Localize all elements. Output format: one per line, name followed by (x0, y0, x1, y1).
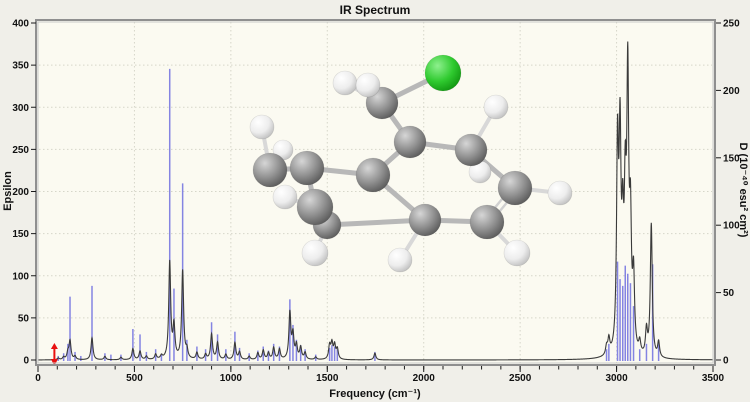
x-axis-title: Frequency (cm⁻¹) (329, 388, 421, 400)
tick-label: 250 (12, 145, 29, 156)
tick-label: 400 (12, 19, 29, 30)
atom-h (332, 70, 358, 96)
tick-label: 0 (723, 356, 729, 367)
tick-label: 350 (12, 61, 29, 72)
tick-label: 1000 (220, 373, 243, 384)
atom-c (355, 157, 391, 193)
tick-label: 3000 (605, 373, 628, 384)
atom-h (301, 239, 329, 267)
tick-label: 0 (35, 373, 41, 384)
tick-label: 50 (723, 288, 735, 299)
atom-c (289, 150, 325, 186)
atom-h (483, 94, 509, 120)
atom-h (249, 114, 275, 140)
right-axis-title: D (10⁻⁴⁰ esu² cm²) (737, 143, 749, 238)
atom-c (393, 125, 427, 159)
atom-h (387, 247, 413, 273)
atom-h (355, 72, 381, 98)
tick-label: 200 (723, 86, 740, 97)
tick-label: 2000 (413, 373, 436, 384)
tick-label: 250 (723, 19, 740, 30)
tick-label: 150 (12, 229, 29, 240)
tick-label: 0 (23, 356, 29, 367)
ir-spectrum-window: 0 500 1000 1500 2000 2500 3000 3500 0 50 100 150 200… (0, 0, 750, 402)
atom-h (503, 239, 531, 267)
atom-cl (424, 54, 462, 92)
tick-label: 3500 (702, 373, 725, 384)
tick-label: 50 (18, 313, 30, 324)
tick-label: 300 (12, 103, 29, 114)
tick-label: 1500 (316, 373, 339, 384)
atom-c (469, 204, 505, 240)
atom-c (252, 152, 288, 188)
chart-title: IR Spectrum (340, 3, 411, 17)
tick-label: 500 (126, 373, 143, 384)
atom-c (497, 170, 533, 206)
atom-c (296, 188, 334, 226)
tick-label: 2500 (509, 373, 532, 384)
atom-c (454, 133, 488, 167)
spectrum-plot[interactable]: 0 500 1000 1500 2000 2500 3000 3500050100150200… (0, 0, 750, 402)
atom-c (408, 203, 442, 237)
atom-h (547, 180, 573, 206)
atom-h (272, 184, 298, 210)
tick-label: 100 (12, 271, 29, 282)
tick-label: 200 (12, 187, 29, 198)
plot-background (38, 21, 713, 364)
left-axis-title: Epsilon (2, 171, 14, 211)
